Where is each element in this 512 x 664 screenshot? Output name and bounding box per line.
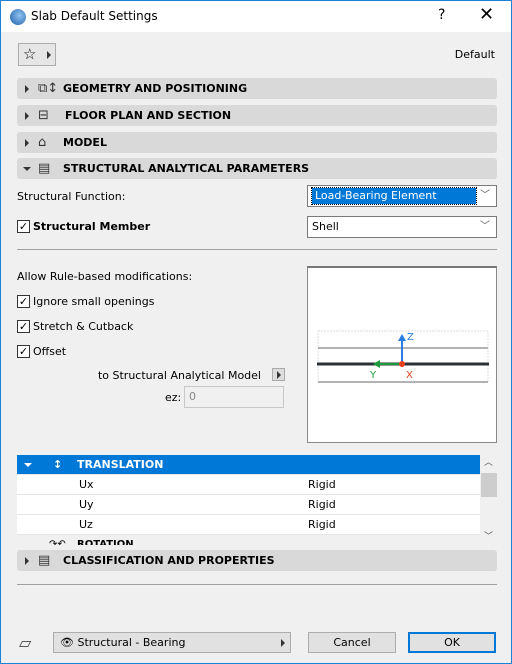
title-bar: Slab Default Settings ? ✕ (1, 1, 511, 32)
section-label: CLASSIFICATION AND PROPERTIES (63, 554, 275, 567)
row-value: Rigid (308, 478, 336, 491)
geometry-icon: ⧉↕ (38, 81, 59, 96)
layer-dropdown[interactable]: 👁 Structural - Bearing (53, 632, 291, 653)
offset-label: Offset (33, 345, 67, 358)
layer-value: Structural - Bearing (77, 636, 186, 649)
group-label: TRANSLATION (77, 458, 164, 471)
release-table: ↕ TRANSLATION Ux Rigid Uy Rigid Uz Rigid ↷↶… (17, 455, 480, 545)
chevron-down-icon: ﹀ (480, 221, 490, 232)
structural-function-dropdown[interactable]: Load-Bearing Element ﹀ (307, 185, 497, 207)
offset-checkbox[interactable]: ✓ (17, 345, 30, 358)
table-scrollbar[interactable]: ︿ ﹀ (481, 455, 497, 545)
rules-label: Allow Rule-based modifications: (17, 270, 193, 283)
stretch-cutback-checkbox[interactable]: ✓ (17, 320, 30, 333)
structural-function-label: Structural Function: (17, 190, 126, 203)
ignore-openings-checkbox[interactable]: ✓ (17, 295, 30, 308)
section-label: GEOMETRY AND POSITIONING (63, 82, 248, 95)
star-icon: ☆ (23, 45, 37, 63)
eye-icon: 👁 (60, 636, 74, 649)
translation-group-row[interactable]: ↕ TRANSLATION (17, 455, 480, 475)
structural-member-checkbox[interactable]: ✓ (17, 220, 30, 233)
window-title: Slab Default Settings (31, 9, 158, 23)
analytical-preview: Z Y X (307, 266, 497, 443)
row-name: Uz (79, 518, 93, 531)
favorite-name: Default (454, 48, 495, 61)
section-label: FLOOR PLAN AND SECTION (65, 109, 232, 122)
section-structural[interactable]: ▤ STRUCTURAL ANALYTICAL PARAMETERS (17, 158, 497, 179)
section-label: STRUCTURAL ANALYTICAL PARAMETERS (63, 162, 310, 175)
row-value: Rigid (308, 498, 336, 511)
chevron-down-icon: ﹀ (480, 190, 490, 201)
ignore-openings-label: Ignore small openings (33, 295, 155, 308)
structural-icon: ▤ (38, 161, 51, 176)
row-value: Rigid (308, 518, 336, 531)
row-name: Ux (79, 478, 94, 491)
x-axis-label: X (406, 370, 413, 381)
table-row[interactable]: Uz Rigid (17, 515, 480, 535)
close-button[interactable]: ✕ (479, 4, 494, 25)
section-label: MODEL (63, 136, 107, 149)
group-label: ROTATION (77, 539, 134, 545)
y-axis-label: Y (369, 370, 377, 381)
section-model[interactable]: ⌂ MODEL (17, 132, 497, 153)
section-floor-plan[interactable]: ⊟ FLOOR PLAN AND SECTION (17, 105, 497, 126)
archicad-logo-icon (10, 9, 26, 25)
offset-target-button[interactable] (272, 368, 285, 381)
cancel-button[interactable]: Cancel (308, 632, 396, 653)
arrow-right-icon (281, 639, 285, 647)
divider (17, 249, 497, 250)
section-classification[interactable]: ▤ CLASSIFICATION AND PROPERTIES (17, 550, 497, 571)
table-row[interactable]: Ux Rigid (17, 475, 480, 495)
ez-label: ez: (165, 391, 182, 404)
offset-target-label: to Structural Analytical Model (97, 369, 261, 382)
structural-member-label: Structural Member (33, 220, 151, 233)
preview-diagram: Z Y X (317, 330, 489, 383)
structural-member-dropdown[interactable]: Shell ﹀ (307, 216, 497, 238)
collapse-icon (24, 463, 32, 467)
stretch-cutback-label: Stretch & Cutback (33, 320, 134, 333)
dropdown-value: Load-Bearing Element (311, 187, 477, 205)
dropdown-value: Shell (312, 220, 339, 233)
layer-icon: ▱ (19, 633, 32, 652)
ez-input[interactable]: 0 (184, 386, 284, 408)
rotation-group-row[interactable]: ↷↶ ROTATION (17, 535, 480, 545)
row-name: Uy (79, 498, 94, 511)
scrollbar-thumb[interactable] (481, 473, 497, 497)
table-row[interactable]: Uy Rigid (17, 495, 480, 515)
document-icon: ▤ (38, 553, 51, 568)
rotation-icon: ↷↶ (49, 539, 66, 545)
translation-icon: ↕ (53, 458, 63, 471)
scroll-down-icon[interactable]: ﹀ (484, 529, 493, 542)
dialog-window: Slab Default Settings ? ✕ ☆ Default ⧉↕ GE… (0, 0, 512, 664)
floor-plan-icon: ⊟ (38, 108, 49, 123)
model-icon: ⌂ (38, 135, 47, 150)
divider (17, 584, 497, 585)
help-button[interactable]: ? (438, 7, 445, 23)
ok-button[interactable]: OK (408, 632, 496, 653)
arrow-right-icon (277, 371, 281, 379)
scroll-up-icon[interactable]: ︿ (484, 455, 493, 468)
arrow-right-icon (47, 51, 51, 59)
z-axis-label: Z (407, 332, 414, 343)
section-geometry[interactable]: ⧉↕ GEOMETRY AND POSITIONING (17, 78, 497, 99)
favorites-button[interactable]: ☆ (18, 43, 56, 66)
